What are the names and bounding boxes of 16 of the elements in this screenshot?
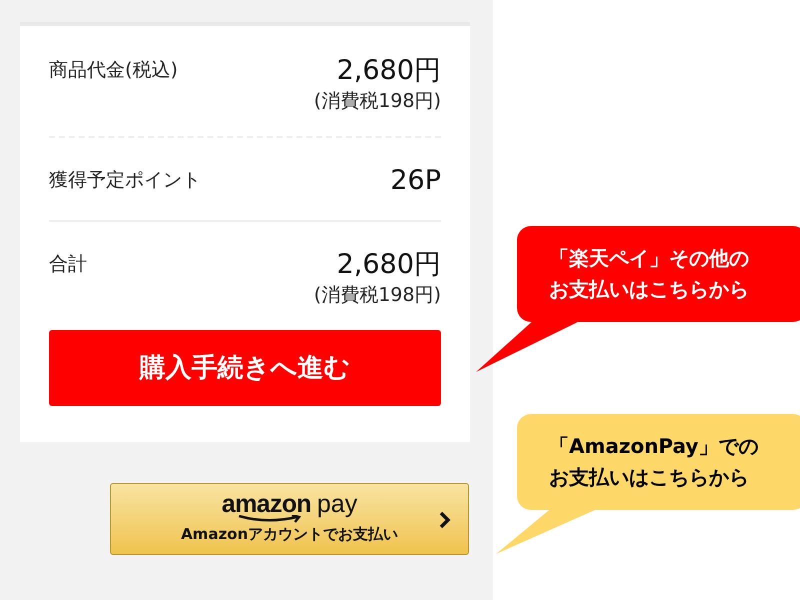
row-value: 2,680円 [336, 248, 441, 282]
row-value: 2,680円 [336, 54, 441, 88]
chevron-icon [439, 511, 451, 529]
row-label: 獲得予定ポイント [49, 168, 201, 193]
tax-note: (消費税198円) [314, 89, 441, 114]
row-value: 26P [390, 164, 441, 198]
callout-text: 「楽天ペイ」その他の [549, 245, 749, 272]
row-label: 合計 [49, 252, 87, 277]
row-label: 商品代金(税込) [49, 58, 178, 83]
callout-text: お支払いはこちらから [549, 276, 749, 303]
tax-note: (消費税198円) [314, 283, 441, 308]
callout-text: お支払いはこちらから [549, 464, 750, 491]
callout-text: 「AmazonPay」での [549, 433, 758, 460]
amazon-pay-button[interactable]: amazon pay Amazonアカウントでお支払い [110, 483, 469, 555]
smile-arrow-icon [236, 515, 302, 523]
checkout-button[interactable]: 購入手続きへ進む [49, 330, 441, 406]
